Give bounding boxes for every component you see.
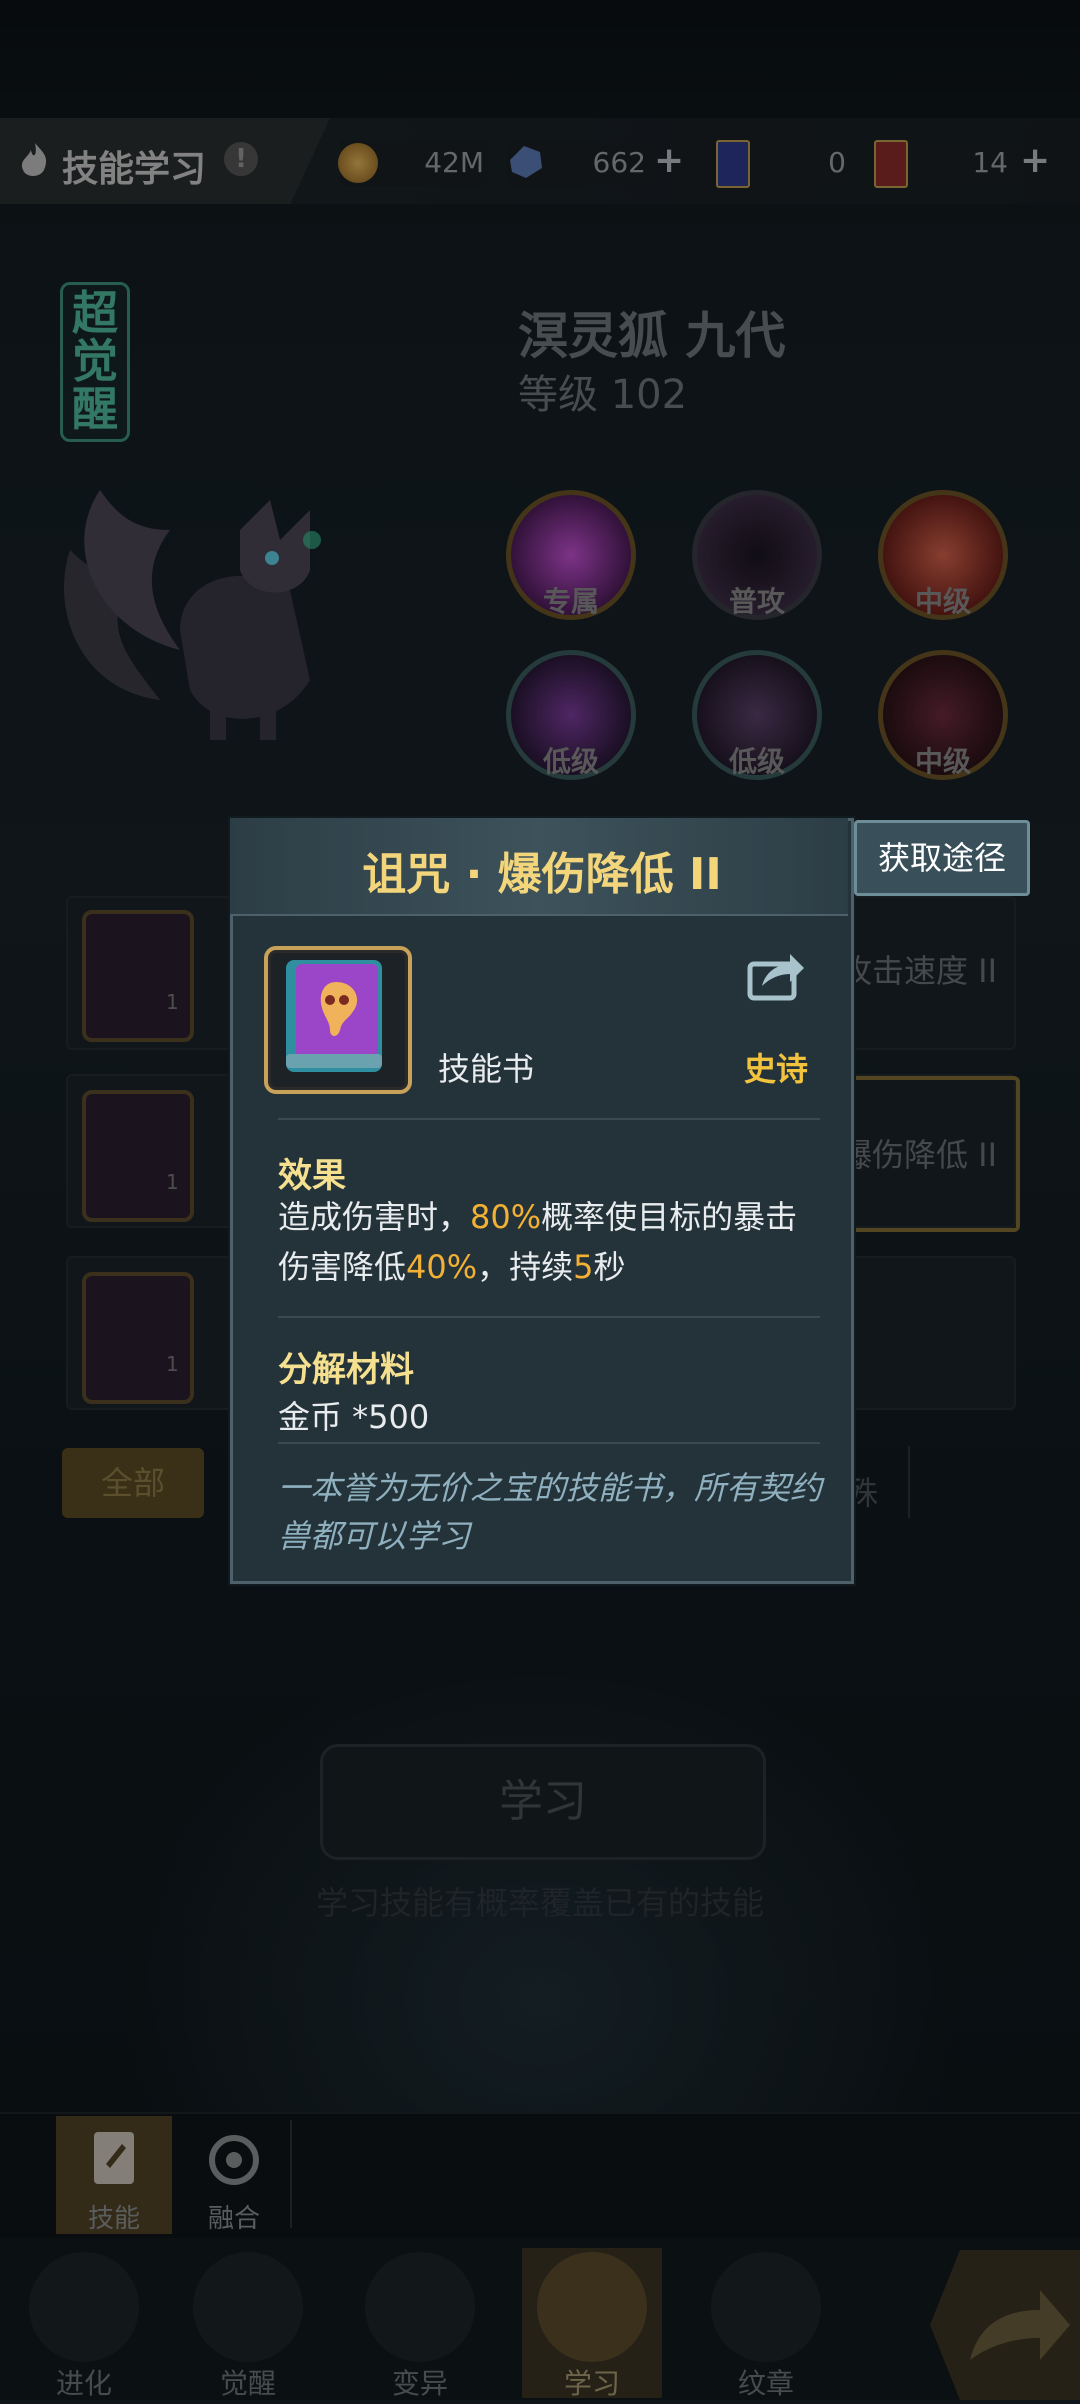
effect-title: 效果	[278, 1156, 346, 1196]
rarity-label: 史诗	[744, 1050, 809, 1088]
divider	[278, 1316, 820, 1318]
material-title: 分解材料	[278, 1350, 414, 1390]
popup-title: 诅咒 · 爆伤降低 II	[362, 849, 722, 900]
flavor-text: 一本誉为无价之宝的技能书，所有契约兽都可以学习	[278, 1469, 823, 1555]
divider	[278, 1118, 820, 1120]
item-type-label: 技能书	[438, 1050, 535, 1088]
obtain-route-button[interactable]: 获取途径	[854, 820, 1030, 896]
skill-book-icon	[286, 960, 382, 1072]
divider	[278, 1442, 820, 1444]
material-value: 金币 *500	[278, 1398, 430, 1436]
effect-description: 造成伤害时，80%概率使目标的暴击伤害降低40%，持续5秒	[278, 1198, 798, 1286]
share-icon[interactable]	[746, 946, 806, 1002]
item-frame	[264, 946, 412, 1094]
